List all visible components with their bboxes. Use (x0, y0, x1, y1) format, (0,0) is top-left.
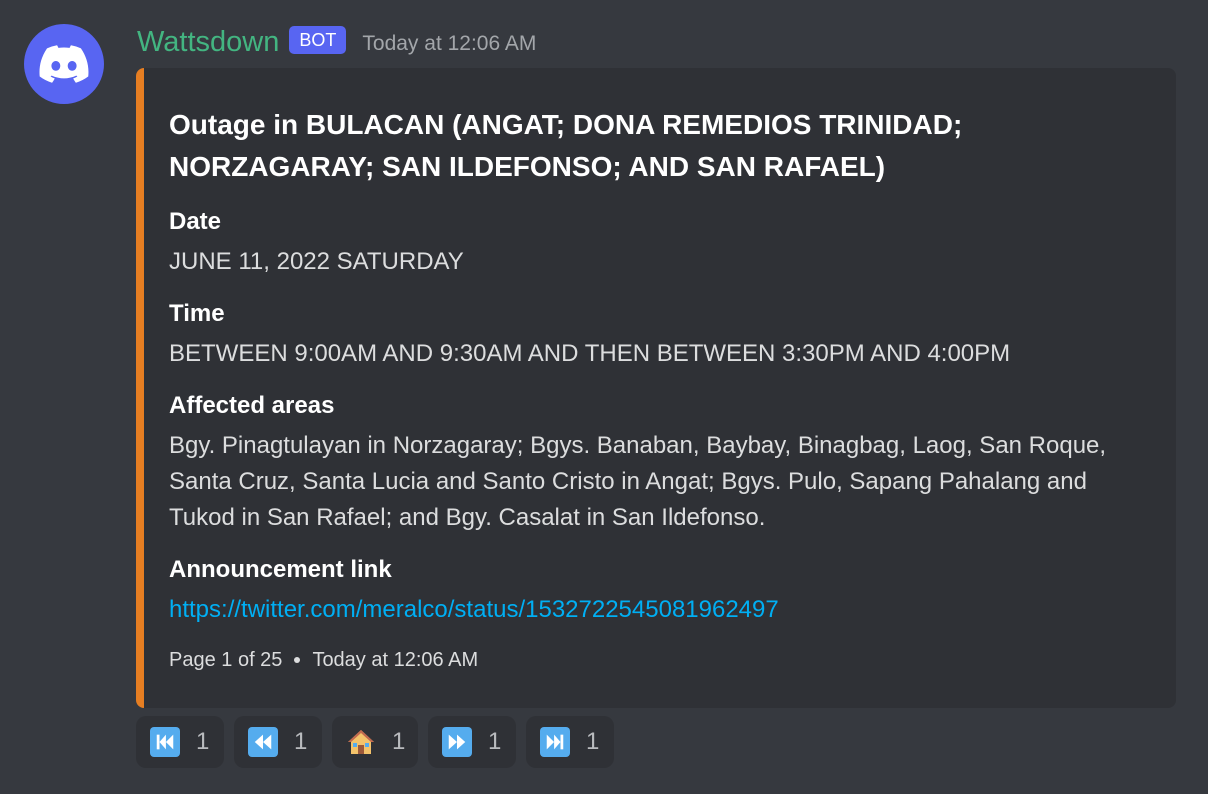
reaction-count: 1 (586, 728, 600, 755)
footer-timestamp: Today at 12:06 AM (312, 649, 479, 671)
reaction-previous-page[interactable]: 1 (234, 716, 322, 768)
bot-tag: BOT (289, 26, 347, 54)
footer-page: Page 1 of 25 (169, 649, 283, 671)
discord-logo-icon (39, 45, 89, 83)
message-header: Wattsdown BOT Today at 12:06 AM (137, 24, 536, 60)
house-icon (346, 727, 376, 757)
reaction-count: 1 (392, 728, 406, 755)
track-previous-icon (150, 727, 180, 757)
embed-card: Outage in BULACAN (ANGAT; DONA REMEDIOS … (136, 68, 1176, 708)
fast-forward-icon (442, 727, 472, 757)
announcement-link[interactable]: https://twitter.com/meralco/status/15327… (169, 592, 1159, 628)
reaction-bar: 1 1 1 1 1 (136, 716, 614, 768)
reaction-count: 1 (488, 728, 502, 755)
reaction-home[interactable]: 1 (332, 716, 418, 768)
field-value-affected-areas: Bgy. Pinagtulayan in Norzagaray; Bgys. B… (169, 432, 1107, 531)
reaction-count: 1 (196, 728, 210, 755)
field-name-date: Date (169, 208, 222, 235)
reaction-last-page[interactable]: 1 (526, 716, 614, 768)
field-name-time: Time (169, 300, 225, 327)
avatar[interactable] (24, 24, 104, 104)
embed-footer: Page 1 of 25 Today at 12:06 AM (169, 642, 478, 678)
rewind-icon (248, 727, 278, 757)
field-name-announcement-link: Announcement link (169, 556, 392, 583)
footer-separator (294, 657, 301, 663)
embed-title: Outage in BULACAN (ANGAT; DONA REMEDIOS … (169, 109, 963, 182)
username[interactable]: Wattsdown (137, 24, 279, 60)
message-timestamp: Today at 12:06 AM (362, 32, 537, 55)
field-value-time: BETWEEN 9:00AM AND 9:30AM AND THEN BETWE… (169, 340, 1011, 367)
reaction-count: 1 (294, 728, 308, 755)
chat-message: Wattsdown BOT Today at 12:06 AM Outage i… (0, 0, 1208, 794)
reaction-first-page[interactable]: 1 (136, 716, 224, 768)
track-next-icon (540, 727, 570, 757)
field-value-date: JUNE 11, 2022 SATURDAY (169, 248, 464, 275)
field-name-affected-areas: Affected areas (169, 392, 335, 419)
reaction-next-page[interactable]: 1 (428, 716, 516, 768)
